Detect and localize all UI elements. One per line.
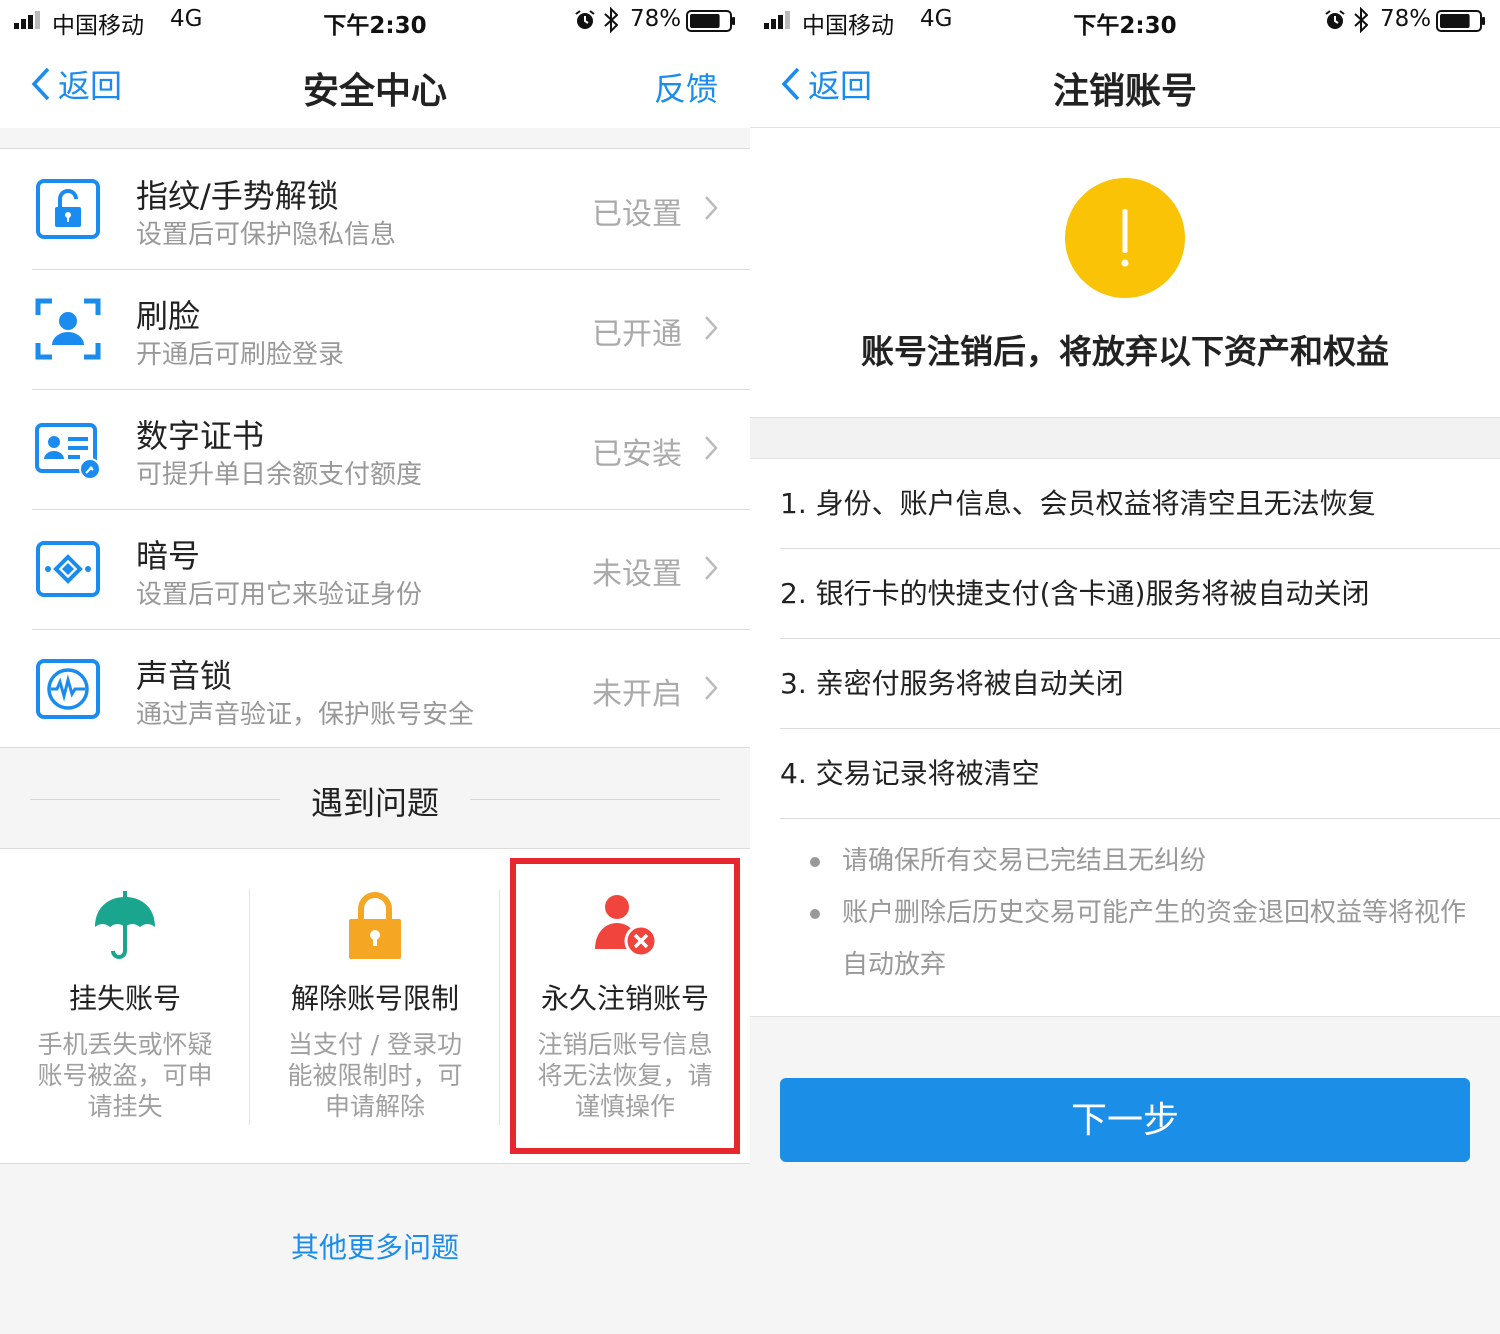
battery-percent: 78%	[630, 6, 682, 32]
note-text: 请确保所有交易已完结且无纠纷	[842, 846, 1207, 876]
security-item-fingerprint[interactable]: 指纹/手势解锁 设置后可保护隐私信息 已设置	[0, 149, 750, 269]
item-name: 指纹/手势解锁	[136, 177, 339, 215]
note-item: 账户删除后历史交易可能产生的资金退回权益等将视作自动放弃	[750, 887, 1500, 991]
footer-area	[750, 1016, 1500, 1334]
card-title: 永久注销账号	[540, 982, 709, 1015]
card-description: 手机丢失或怀疑账号被盗，可申请挂失	[37, 1030, 213, 1121]
security-center-screen: 中国移动 4G 下午2:30 78% 返回 安全中心 反馈 指纹/手势解锁 设置…	[0, 0, 750, 1334]
list-item: 2. 银行卡的快捷支付(含卡通)服务将被自动关闭	[750, 549, 1500, 639]
security-item-face[interactable]: 刷脸 开通后可刷脸登录 已开通	[0, 269, 750, 389]
item-name: 刷脸	[136, 297, 201, 335]
chevron-right-icon	[705, 676, 718, 700]
warning-section: 账号注销后，将放弃以下资产和权益	[750, 129, 1500, 417]
card-delete-account[interactable]: 永久注销账号 注销后账号信息将无法恢复，请谨慎操作	[500, 849, 750, 1165]
feedback-button[interactable]: 反馈	[654, 64, 718, 110]
voice-wave-icon	[36, 659, 100, 719]
problems-section-header: 遇到问题	[30, 770, 720, 830]
card-description: 当支付 / 登录功能被限制时，可申请解除	[287, 1030, 463, 1121]
status-bar: 中国移动 4G 下午2:30 78%	[750, 0, 1500, 40]
battery-icon	[1436, 10, 1485, 32]
battery-icon	[686, 10, 735, 32]
card-description: 注销后账号信息将无法恢复，请谨慎操作	[537, 1030, 713, 1121]
warning-heading: 账号注销后，将放弃以下资产和权益	[861, 332, 1389, 371]
item-status: 已开通	[592, 317, 682, 352]
note-item: 请确保所有交易已完结且无纠纷	[750, 835, 1500, 887]
bullet-icon	[810, 909, 820, 919]
item-name: 声音锁	[136, 657, 233, 695]
notes-list: 请确保所有交易已完结且无纠纷 账户删除后历史交易可能产生的资金退回权益等将视作自…	[750, 835, 1500, 991]
divider	[470, 799, 720, 800]
list-item: 1. 身份、账户信息、会员权益将清空且无法恢复	[750, 459, 1500, 549]
item-status: 已设置	[592, 197, 682, 232]
security-item-voice-lock[interactable]: 声音锁 通过声音验证，保护账号安全 未开启	[0, 629, 750, 749]
security-item-certificate[interactable]: 数字证书 可提升单日余额支付额度 已安装	[0, 389, 750, 509]
next-step-button[interactable]: 下一步	[780, 1078, 1470, 1162]
list-item: 3. 亲密付服务将被自动关闭	[750, 639, 1500, 729]
certificate-icon	[35, 423, 101, 480]
battery-percent: 78%	[1380, 6, 1432, 32]
consequence-list: 1. 身份、账户信息、会员权益将清空且无法恢复 2. 银行卡的快捷支付(含卡通)…	[750, 459, 1500, 819]
face-scan-icon	[35, 298, 101, 360]
item-description: 可提升单日余额支付额度	[136, 460, 423, 490]
item-status: 已安装	[592, 437, 682, 472]
problem-cards: 挂失账号 手机丢失或怀疑账号被盗，可申请挂失 解除账号限制 当支付 / 登录功能…	[0, 848, 750, 1164]
item-status: 未开启	[592, 677, 682, 712]
bluetooth-icon	[604, 7, 618, 33]
security-item-secret-code[interactable]: 暗号 设置后可用它来验证身份 未设置	[0, 509, 750, 629]
nav-bar: 返回 安全中心 反馈	[0, 40, 750, 128]
nav-bar: 返回 注销账号	[750, 40, 1500, 128]
card-title: 解除账号限制	[290, 982, 459, 1015]
page-title: 注销账号	[1052, 71, 1197, 112]
item-description: 设置后可用它来验证身份	[136, 580, 423, 610]
chevron-right-icon	[705, 196, 718, 220]
item-description: 通过声音验证，保护账号安全	[136, 700, 475, 730]
alarm-icon	[575, 10, 595, 29]
status-bar: 中国移动 4G 下午2:30 78%	[0, 0, 750, 40]
list-item: 4. 交易记录将被清空	[750, 729, 1500, 819]
item-description: 设置后可保护隐私信息	[136, 220, 397, 250]
card-title: 挂失账号	[68, 982, 181, 1015]
bluetooth-icon	[1354, 7, 1368, 33]
lock-icon	[36, 179, 100, 239]
card-lift-restriction[interactable]: 解除账号限制 当支付 / 登录功能被限制时，可申请解除	[250, 849, 500, 1165]
item-name: 数字证书	[136, 417, 265, 455]
bullet-icon	[810, 857, 820, 867]
item-description: 开通后可刷脸登录	[136, 340, 345, 370]
chevron-right-icon	[705, 436, 718, 460]
padlock-icon	[349, 892, 401, 959]
chevron-right-icon	[705, 316, 718, 340]
item-name: 暗号	[136, 537, 201, 575]
chevron-right-icon	[705, 556, 718, 580]
user-remove-icon	[595, 895, 658, 958]
item-status: 未设置	[592, 557, 682, 592]
warning-icon	[1065, 178, 1185, 298]
more-problems-link[interactable]: 其他更多问题	[0, 1226, 750, 1266]
section-title: 遇到问题	[310, 784, 439, 822]
card-report-loss[interactable]: 挂失账号 手机丢失或怀疑账号被盗，可申请挂失	[0, 849, 250, 1165]
umbrella-icon	[95, 891, 155, 959]
security-settings-list: 指纹/手势解锁 设置后可保护隐私信息 已设置 刷脸 开通后可刷脸登录 已开通 数…	[0, 148, 750, 748]
alarm-icon	[1325, 10, 1345, 29]
note-text: 账户删除后历史交易可能产生的资金退回权益等将视作自动放弃	[842, 898, 1467, 980]
code-diamond-icon	[36, 541, 100, 597]
section-gap	[750, 417, 1500, 459]
delete-account-screen: 中国移动 4G 下午2:30 78% 返回 注销账号 账号注销后，将放弃以下资产	[750, 0, 1500, 1334]
page-title: 安全中心	[302, 71, 447, 112]
